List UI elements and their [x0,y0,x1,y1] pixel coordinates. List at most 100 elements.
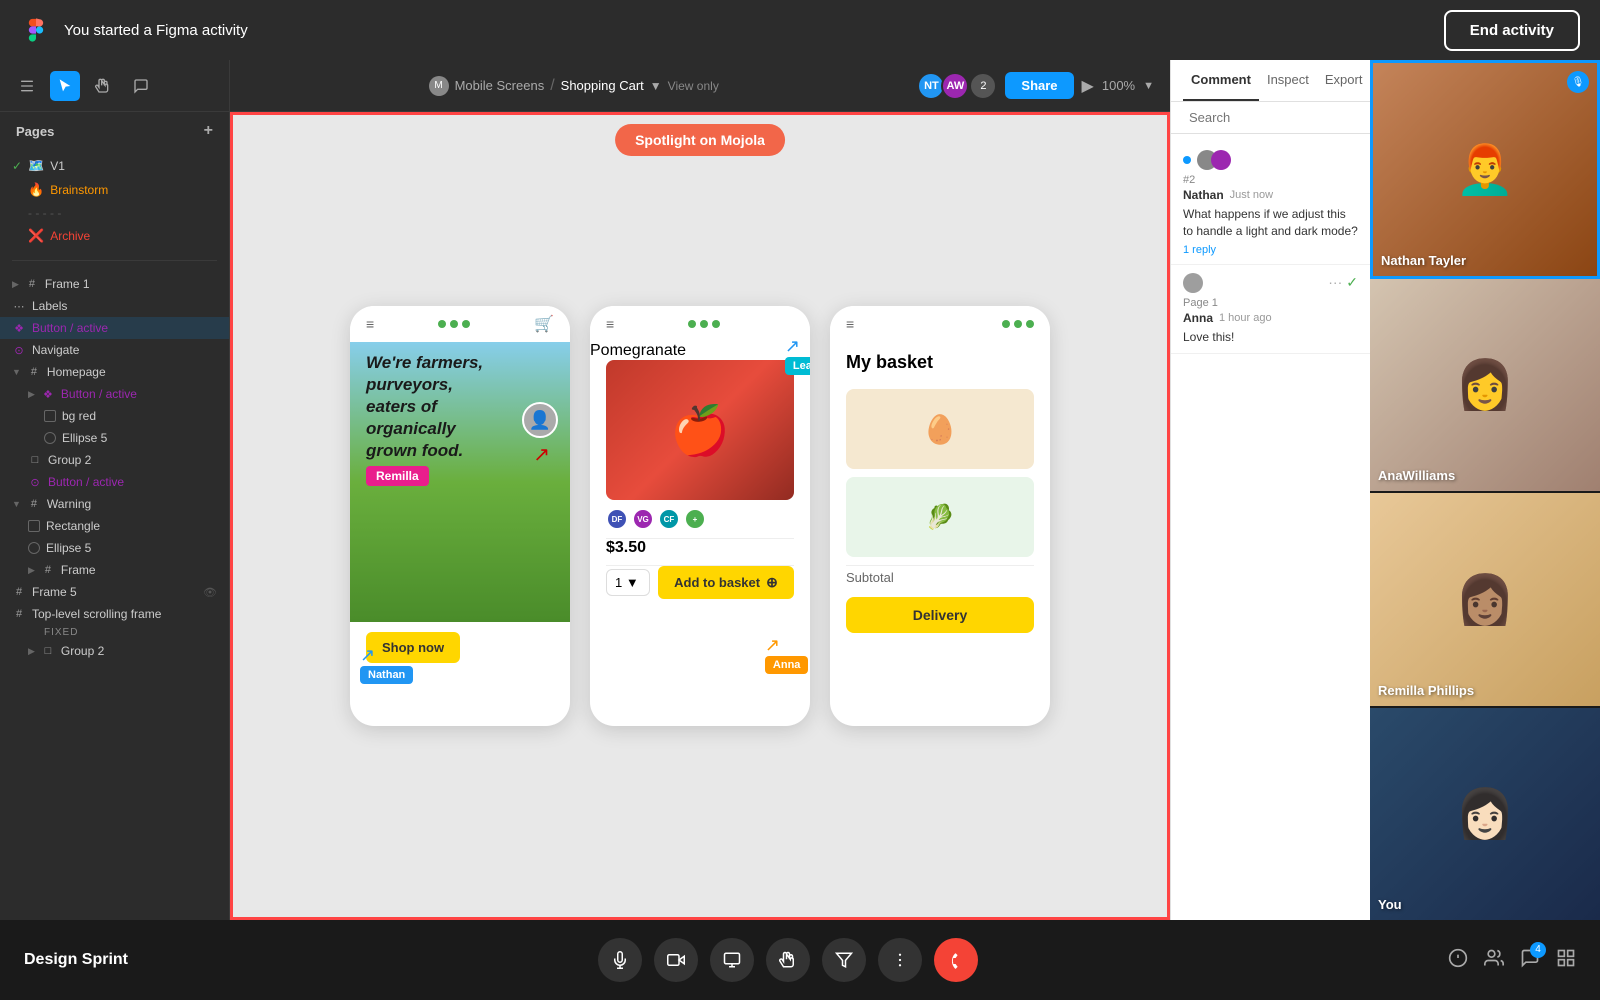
present-icon [835,951,853,969]
comment-item-1: #2 Nathan Just now What happens if we ad… [1171,142,1370,265]
comment-search [1171,102,1370,134]
qty-select[interactable]: 1 ▼ [606,569,650,596]
chat-button[interactable]: 4 [1520,948,1540,973]
layer-homepage[interactable]: ▼ # Homepage [0,361,229,383]
menu-icon[interactable] [12,71,42,101]
comment-list: #2 Nathan Just now What happens if we ad… [1171,134,1370,920]
avatar-group: NT AW 2 [917,72,997,100]
comment-panel: Comment Inspect Export #2 [1170,60,1370,920]
share-button[interactable]: Share [1005,72,1073,99]
farm-text: We're farmers, purveyors, eaters of orga… [366,352,506,462]
comment2-time: 1 hour ago [1219,312,1272,324]
layer-group2-2[interactable]: ▶ □ Group 2 [0,640,229,662]
tab-inspect[interactable]: Inspect [1259,60,1317,101]
comment1-replies[interactable]: 1 reply [1183,244,1358,256]
play-button[interactable]: ▶ [1082,76,1094,96]
video-name-nathan: Nathan Tayler [1381,253,1466,268]
people-button[interactable] [1484,948,1504,973]
shop-now-button[interactable]: Shop now [366,632,460,663]
frame-icon-4: # [41,563,55,577]
layer-button-active-2[interactable]: ▶ ❖ Button / active [0,383,229,405]
av-cf: CF [658,508,680,530]
av-extra: + [684,508,706,530]
video-mic-nathan: 🎙 [1567,71,1589,93]
hamburger-icon-3: ≡ [846,316,854,332]
layer-warning[interactable]: ▼ # Warning [0,493,229,515]
video-bg-you: 👩🏻 [1370,708,1600,921]
screen2-header: ≡ [590,306,810,342]
cart-icon[interactable]: 🛒 [534,314,554,334]
frame-icon-5: # [12,585,26,599]
comment-search-input[interactable] [1189,110,1365,125]
eye-icon[interactable]: 👁 [203,586,217,599]
separator [12,260,217,261]
add-page-icon[interactable]: + [204,122,213,140]
layer-ellipse5-2[interactable]: Ellipse 5 [0,537,229,559]
end-call-button[interactable] [934,938,978,982]
remilla-tag: Remilla [366,466,429,486]
comment-dot [1183,156,1191,164]
end-activity-button[interactable]: End activity [1444,10,1580,51]
more-options-button[interactable] [878,938,922,982]
grid-button[interactable] [1556,948,1576,973]
comment2-avatar [1183,273,1203,293]
page-archive[interactable]: ❌ Archive [0,224,229,248]
video-bg-nathan: 👨‍🦰 [1373,63,1597,276]
screen-share-button[interactable] [710,938,754,982]
layer-group2[interactable]: □ Group 2 [0,449,229,471]
leandro-cursor-area: ↗ Leandro [785,336,800,357]
tag-anna: Anna [765,656,809,674]
nathan-cursor-icon: ↗ [360,645,375,666]
mic-button[interactable] [598,938,642,982]
tab-comment[interactable]: Comment [1183,60,1259,101]
spotlight-banner[interactable]: Spotlight on Mojola [615,124,785,156]
layer-ellipse5[interactable]: Ellipse 5 [0,427,229,449]
layer-labels[interactable]: ⋯ Labels [0,295,229,317]
dot2-green-3 [712,320,720,328]
hand-raise-button[interactable] [766,938,810,982]
zoom-dropdown-icon[interactable]: ▼ [1143,80,1154,92]
breadcrumb-current[interactable]: Shopping Cart [561,78,644,93]
comment-tool[interactable] [126,71,156,101]
present-button[interactable] [822,938,866,982]
screen2-dots [688,320,720,328]
comment1-time: Just now [1230,189,1273,201]
layer-frame-nested[interactable]: ▶ # Frame [0,559,229,581]
check-icon[interactable]: ✓ [1346,274,1358,291]
video-name-you: You [1378,897,1402,912]
pom-image: 🍎 [606,360,794,500]
dot3-green-3 [1026,320,1034,328]
video-tile-you: 👩🏻 You [1370,708,1600,921]
layer-frame1[interactable]: ▶ # Frame 1 [0,273,229,295]
select-tool[interactable] [50,71,80,101]
breadcrumb-parent: Mobile Screens [455,78,545,93]
hand-tool[interactable] [88,71,118,101]
dropdown-icon[interactable]: ▼ [650,79,662,93]
layer-button-active-3[interactable]: ⊙ Button / active [0,471,229,493]
cursor-farm: ↗ [533,442,550,467]
tab-export[interactable]: Export [1317,60,1371,101]
hand-raise-icon [779,951,797,969]
delivery-button[interactable]: Delivery [846,597,1034,633]
layer-scrolling-frame[interactable]: # Top-level scrolling frame [0,603,229,625]
top-bar: You started a Figma activity End activit… [0,0,1600,60]
pom-title: Pomegranate [590,342,810,360]
zoom-level[interactable]: 100% [1102,78,1135,93]
layer-bg-red[interactable]: bg red [0,405,229,427]
page-brainstorm[interactable]: 🔥 Brainstorm [0,178,229,202]
page-v1[interactable]: ✓ 🗺️ V1 [0,154,229,178]
add-basket-row: 1 ▼ Add to basket ⊕ [590,566,810,611]
component-icon: ❖ [12,321,26,335]
add-basket-button[interactable]: Add to basket ⊕ [658,566,794,599]
hamburger-icon: ≡ [366,316,374,332]
layer-button-active-1[interactable]: ❖ Button / active [0,317,229,339]
layer-frame5[interactable]: # Frame 5 👁 [0,581,229,603]
camera-button[interactable] [654,938,698,982]
layer-navigate[interactable]: ⊙ Navigate [0,339,229,361]
frame-icon: # [25,277,39,291]
info-button[interactable] [1448,948,1468,973]
more-icon[interactable]: ··· [1328,274,1342,291]
layer-rectangle[interactable]: Rectangle [0,515,229,537]
canvas-area[interactable]: Spotlight on Mojola ≡ 🛒 [230,112,1170,920]
pages-list: ✓ 🗺️ V1 🔥 Brainstorm - - - - - ❌ Archive [0,150,229,256]
